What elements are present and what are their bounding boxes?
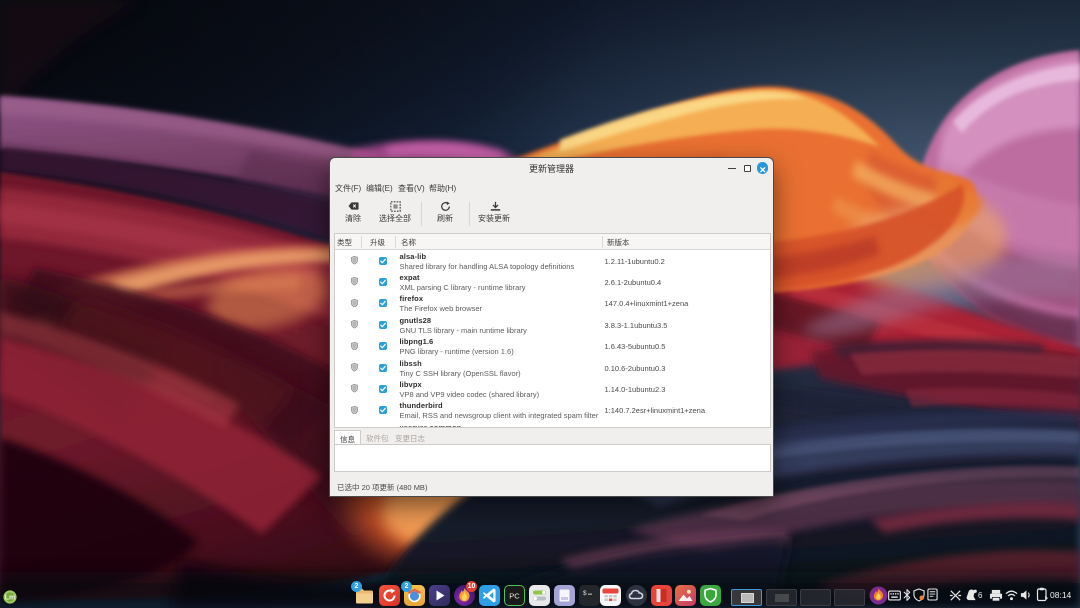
svg-text:$: $ — [583, 590, 587, 597]
svg-text:PC: PC — [509, 592, 520, 601]
svg-text:Lm: Lm — [5, 595, 16, 602]
